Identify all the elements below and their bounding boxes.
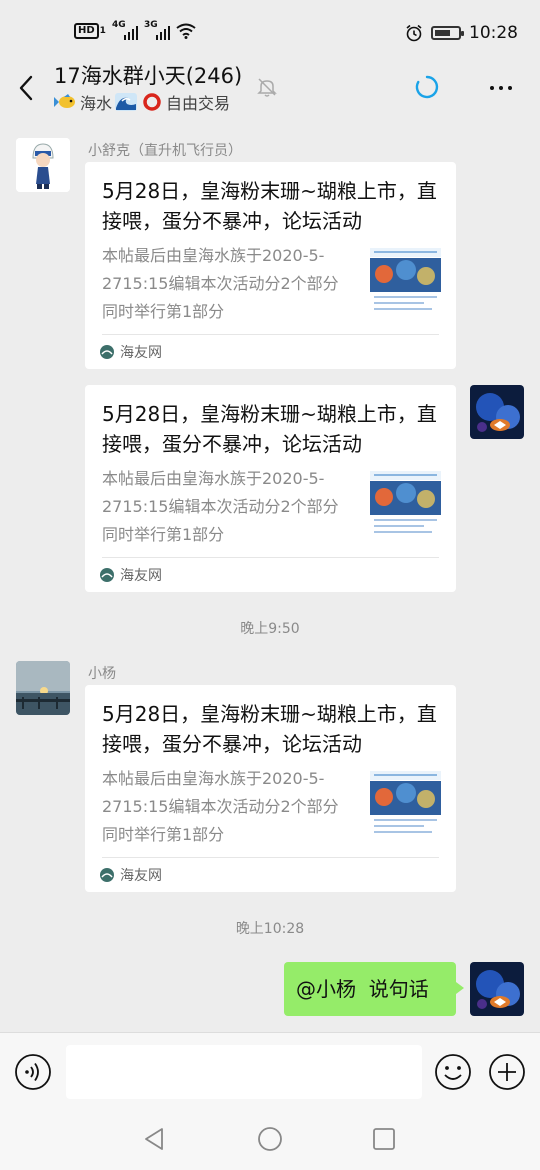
- avatar[interactable]: [16, 661, 70, 715]
- sender-name: 小杨: [88, 666, 116, 682]
- signal-3g-icon: 3G: [144, 20, 170, 40]
- aquarium-avatar-icon: [470, 962, 524, 1016]
- source-logo-icon: [100, 868, 114, 882]
- sim-badge: 1: [99, 26, 106, 36]
- card-description: 本帖最后由皇海水族于2020-5-2715:15编辑本次活动分2个部分同时举行第…: [102, 769, 339, 844]
- chat-title[interactable]: 17海水群小天(246): [54, 60, 242, 90]
- card-thumbnail: [370, 771, 441, 835]
- card-source: 海友网: [100, 565, 162, 585]
- source-name: 海友网: [120, 345, 162, 361]
- wave-emoji: [115, 93, 138, 111]
- more-icon[interactable]: [490, 86, 512, 90]
- fish-emoji: [54, 94, 75, 108]
- card-thumbnail: [370, 248, 441, 312]
- card-divider: [102, 857, 439, 858]
- back-arrow-icon[interactable]: [14, 74, 40, 102]
- system-nav-bar: [0, 1108, 540, 1170]
- message-input[interactable]: [66, 1045, 422, 1099]
- source-logo-icon: [100, 345, 114, 359]
- subtitle-text-1: 海水: [80, 94, 113, 113]
- hd-badge: HD: [74, 23, 99, 39]
- aquarium-avatar-icon: [470, 385, 524, 439]
- timestamp: 晚上10:28: [235, 921, 305, 937]
- bell-muted-icon: [257, 78, 277, 97]
- my-message-bubble[interactable]: @小杨 说句话: [284, 962, 464, 1016]
- card-title: 5月28日，皇海粉末珊~瑚粮上市，直接喂，蛋分不暴冲，论坛活动: [102, 402, 437, 456]
- input-bar: [0, 1032, 540, 1108]
- loading-icon: [415, 75, 439, 99]
- sunset-avatar-icon: [16, 661, 70, 715]
- card-divider: [102, 557, 439, 558]
- emoji-icon[interactable]: [434, 1053, 472, 1091]
- link-card[interactable]: 5月28日，皇海粉末珊~瑚粮上市，直接喂，蛋分不暴冲，论坛活动 本帖最后由皇海水…: [85, 385, 456, 592]
- card-title: 5月28日，皇海粉末珊~瑚粮上市，直接喂，蛋分不暴冲，论坛活动: [102, 702, 437, 756]
- chat-header: 17海水群小天(246) 海水 自由交易: [0, 52, 540, 122]
- chat-subtitle: 海水 自由交易: [54, 90, 230, 114]
- sender-name: 小舒克（直升机飞行员）: [88, 143, 242, 159]
- link-card[interactable]: 5月28日，皇海粉末珊~瑚粮上市，直接喂，蛋分不暴冲，论坛活动 本帖最后由皇海水…: [85, 162, 456, 369]
- plus-icon[interactable]: [488, 1053, 526, 1091]
- nav-back-icon[interactable]: [142, 1126, 166, 1152]
- card-source: 海友网: [100, 342, 162, 362]
- source-logo-icon: [100, 568, 114, 582]
- clock: 10:28: [469, 23, 518, 43]
- nav-home-icon[interactable]: [257, 1126, 283, 1152]
- voice-icon[interactable]: [14, 1053, 52, 1091]
- avatar[interactable]: [16, 138, 70, 192]
- status-left: HD 1 4G 3G: [74, 20, 196, 40]
- card-divider: [102, 334, 439, 335]
- card-thumbnail: [370, 471, 441, 535]
- my-avatar[interactable]: [470, 962, 524, 1016]
- link-card[interactable]: 5月28日，皇海粉末珊~瑚粮上市，直接喂，蛋分不暴冲，论坛活动 本帖最后由皇海水…: [85, 685, 456, 892]
- card-title: 5月28日，皇海粉末珊~瑚粮上市，直接喂，蛋分不暴冲，论坛活动: [102, 179, 437, 233]
- subtitle-text-2: 自由交易: [166, 94, 231, 113]
- nav-recent-icon[interactable]: [372, 1127, 396, 1151]
- status-right: 10:28: [405, 23, 518, 43]
- alarm-icon: [406, 24, 422, 42]
- card-description: 本帖最后由皇海水族于2020-5-2715:15编辑本次活动分2个部分同时举行第…: [102, 469, 339, 544]
- card-source: 海友网: [100, 865, 162, 885]
- source-name: 海友网: [120, 568, 162, 584]
- timestamp: 晚上9:50: [240, 621, 300, 637]
- ring-emoji: [143, 93, 161, 111]
- pilot-avatar-icon: [16, 138, 70, 192]
- source-name: 海友网: [120, 868, 162, 884]
- card-description: 本帖最后由皇海水族于2020-5-2715:15编辑本次活动分2个部分同时举行第…: [102, 246, 339, 321]
- my-avatar[interactable]: [470, 385, 524, 439]
- signal-4g-icon: 4G: [112, 20, 138, 40]
- wifi-icon: [176, 23, 196, 39]
- battery-icon: [431, 26, 464, 40]
